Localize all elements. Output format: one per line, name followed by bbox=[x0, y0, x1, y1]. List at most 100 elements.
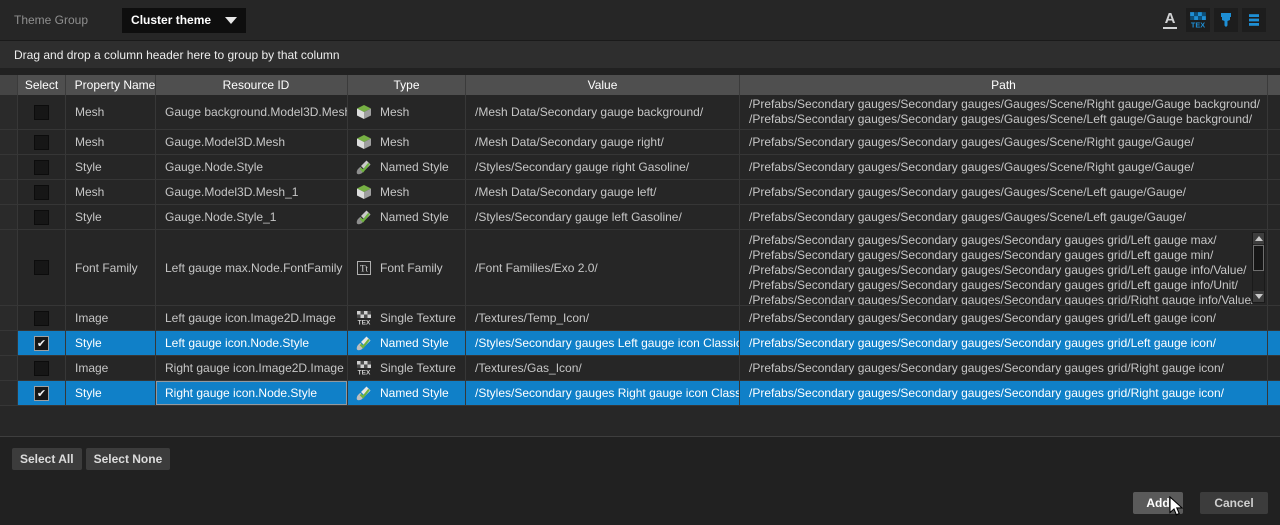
font-icon[interactable]: A bbox=[1158, 8, 1182, 32]
cell-property-name[interactable]: Style bbox=[66, 205, 156, 229]
cell-value[interactable]: /Styles/Secondary gauge left Gasoline/ bbox=[466, 205, 740, 229]
row-checkbox[interactable] bbox=[34, 360, 49, 376]
cell-path[interactable]: /Prefabs/Secondary gauges/Secondary gaug… bbox=[740, 180, 1268, 204]
cell-value[interactable]: /Mesh Data/Secondary gauge right/ bbox=[466, 130, 740, 154]
cell-type[interactable]: Mesh bbox=[348, 180, 466, 204]
group-by-bar[interactable]: Drag and drop a column header here to gr… bbox=[0, 40, 1280, 68]
table-row[interactable]: Style Left gauge icon.Node.Style Named S… bbox=[0, 331, 1280, 356]
cell-path[interactable]: /Prefabs/Secondary gauges/Secondary gaug… bbox=[740, 95, 1268, 129]
cell-value[interactable]: /Styles/Secondary gauges Left gauge icon… bbox=[466, 331, 740, 355]
table-row[interactable]: Style Right gauge icon.Node.Style Named … bbox=[0, 381, 1280, 406]
table-row[interactable]: Style Gauge.Node.Style_1 Named Style /St… bbox=[0, 205, 1280, 230]
cancel-button[interactable]: Cancel bbox=[1200, 492, 1268, 514]
cell-resource-id[interactable]: Gauge.Node.Style bbox=[156, 155, 348, 179]
cell-path[interactable]: /Prefabs/Secondary gauges/Secondary gaug… bbox=[740, 331, 1268, 355]
table-row[interactable]: Image Left gauge icon.Image2D.Image TEX … bbox=[0, 306, 1280, 331]
cell-type[interactable]: Named Style bbox=[348, 331, 466, 355]
cell-path[interactable]: /Prefabs/Secondary gauges/Secondary gaug… bbox=[740, 230, 1268, 305]
cell-property-name[interactable]: Font Family bbox=[66, 230, 156, 305]
scrollbar-thumb[interactable] bbox=[1253, 245, 1264, 271]
row-checkbox[interactable] bbox=[34, 385, 49, 401]
cell-property-name[interactable]: Mesh bbox=[66, 180, 156, 204]
cell-path[interactable]: /Prefabs/Secondary gauges/Secondary gaug… bbox=[740, 155, 1268, 179]
font-family-icon: Tt bbox=[356, 260, 372, 276]
table-row[interactable]: Mesh Gauge.Model3D.Mesh Mesh /Mesh Data/… bbox=[0, 130, 1280, 155]
list-icon[interactable] bbox=[1242, 8, 1266, 32]
cell-type[interactable]: Mesh bbox=[348, 95, 466, 129]
cell-path[interactable]: /Prefabs/Secondary gauges/Secondary gaug… bbox=[740, 356, 1268, 380]
cell-property-name[interactable]: Style bbox=[66, 331, 156, 355]
single-texture-icon: TEX bbox=[356, 310, 372, 326]
table-row[interactable]: Font Family Left gauge max.Node.FontFami… bbox=[0, 230, 1280, 306]
cell-resource-id[interactable]: Left gauge icon.Node.Style bbox=[156, 331, 348, 355]
row-indicator bbox=[0, 230, 18, 305]
cell-type[interactable]: TEX Single Texture bbox=[348, 356, 466, 380]
row-checkbox[interactable] bbox=[34, 159, 49, 175]
cell-type[interactable]: Tt Font Family bbox=[348, 230, 466, 305]
cell-type[interactable]: Mesh bbox=[348, 130, 466, 154]
row-checkbox[interactable] bbox=[34, 184, 49, 200]
row-checkbox[interactable] bbox=[34, 104, 49, 120]
cell-property-name[interactable]: Style bbox=[66, 381, 156, 405]
cell-value[interactable]: /Styles/Secondary gauge right Gasoline/ bbox=[466, 155, 740, 179]
row-checkbox[interactable] bbox=[34, 260, 49, 275]
cell-value[interactable]: /Styles/Secondary gauges Right gauge ico… bbox=[466, 381, 740, 405]
cell-resource-id[interactable]: Gauge.Model3D.Mesh bbox=[156, 130, 348, 154]
cell-resource-id[interactable]: Gauge.Model3D.Mesh_1 bbox=[156, 180, 348, 204]
svg-text:Tt: Tt bbox=[360, 263, 368, 273]
header-resource-id[interactable]: Resource ID bbox=[156, 75, 348, 95]
cell-type[interactable]: TEX Single Texture bbox=[348, 306, 466, 330]
cell-property-name[interactable]: Mesh bbox=[66, 130, 156, 154]
cell-resource-id[interactable]: Right gauge icon.Node.Style bbox=[156, 381, 348, 405]
table-row[interactable]: Mesh Gauge background.Model3D.Mesh Mesh … bbox=[0, 95, 1280, 130]
header-property-name[interactable]: Property Name bbox=[66, 75, 156, 95]
row-indicator bbox=[0, 381, 18, 405]
cell-value[interactable]: /Textures/Gas_Icon/ bbox=[466, 356, 740, 380]
table-empty-area bbox=[0, 406, 1280, 437]
named-style-icon bbox=[356, 335, 372, 351]
cell-value[interactable]: /Mesh Data/Secondary gauge background/ bbox=[466, 95, 740, 129]
named-style-icon bbox=[356, 385, 372, 401]
select-all-button[interactable]: Select All bbox=[12, 448, 82, 470]
cell-path[interactable]: /Prefabs/Secondary gauges/Secondary gaug… bbox=[740, 205, 1268, 229]
theme-dropdown[interactable]: Cluster theme bbox=[122, 7, 247, 33]
header-select[interactable]: Select bbox=[18, 75, 66, 95]
cell-sliver bbox=[1268, 381, 1280, 405]
row-checkbox[interactable] bbox=[34, 335, 49, 351]
table-row[interactable]: Style Gauge.Node.Style Named Style /Styl… bbox=[0, 155, 1280, 180]
header-path[interactable]: Path bbox=[740, 75, 1268, 95]
row-checkbox[interactable] bbox=[34, 134, 49, 150]
cell-path[interactable]: /Prefabs/Secondary gauges/Secondary gaug… bbox=[740, 130, 1268, 154]
cell-resource-id[interactable]: Left gauge max.Node.FontFamily bbox=[156, 230, 348, 305]
cell-value[interactable]: /Font Families/Exo 2.0/ bbox=[466, 230, 740, 305]
cell-path[interactable]: /Prefabs/Secondary gauges/Secondary gaug… bbox=[740, 381, 1268, 405]
cell-resource-id[interactable]: Gauge background.Model3D.Mesh bbox=[156, 95, 348, 129]
cell-value[interactable]: /Textures/Temp_Icon/ bbox=[466, 306, 740, 330]
texture-icon[interactable]: TEX bbox=[1186, 8, 1210, 32]
table-row[interactable]: Image Right gauge icon.Image2D.Image TEX… bbox=[0, 356, 1280, 381]
table-row[interactable]: Mesh Gauge.Model3D.Mesh_1 Mesh /Mesh Dat… bbox=[0, 180, 1280, 205]
header-value[interactable]: Value bbox=[466, 75, 740, 95]
cell-value[interactable]: /Mesh Data/Secondary gauge left/ bbox=[466, 180, 740, 204]
cell-property-name[interactable]: Image bbox=[66, 306, 156, 330]
cell-property-name[interactable]: Image bbox=[66, 356, 156, 380]
add-button[interactable]: Add bbox=[1133, 492, 1183, 514]
row-checkbox[interactable] bbox=[34, 209, 49, 225]
scroll-down-icon[interactable] bbox=[1253, 291, 1264, 302]
cell-resource-id[interactable]: Left gauge icon.Image2D.Image bbox=[156, 306, 348, 330]
cell-property-name[interactable]: Style bbox=[66, 155, 156, 179]
row-checkbox[interactable] bbox=[34, 310, 49, 326]
path-scrollbar[interactable] bbox=[1252, 232, 1265, 303]
cell-resource-id[interactable]: Right gauge icon.Image2D.Image bbox=[156, 356, 348, 380]
cell-property-name[interactable]: Mesh bbox=[66, 95, 156, 129]
cell-type[interactable]: Named Style bbox=[348, 155, 466, 179]
cell-type[interactable]: Named Style bbox=[348, 381, 466, 405]
scroll-up-icon[interactable] bbox=[1253, 233, 1264, 244]
header-type[interactable]: Type bbox=[348, 75, 466, 95]
cell-type[interactable]: Named Style bbox=[348, 205, 466, 229]
style-icon[interactable] bbox=[1214, 8, 1238, 32]
cell-sliver bbox=[1268, 230, 1280, 305]
cell-path[interactable]: /Prefabs/Secondary gauges/Secondary gaug… bbox=[740, 306, 1268, 330]
cell-resource-id[interactable]: Gauge.Node.Style_1 bbox=[156, 205, 348, 229]
select-none-button[interactable]: Select None bbox=[85, 448, 171, 470]
